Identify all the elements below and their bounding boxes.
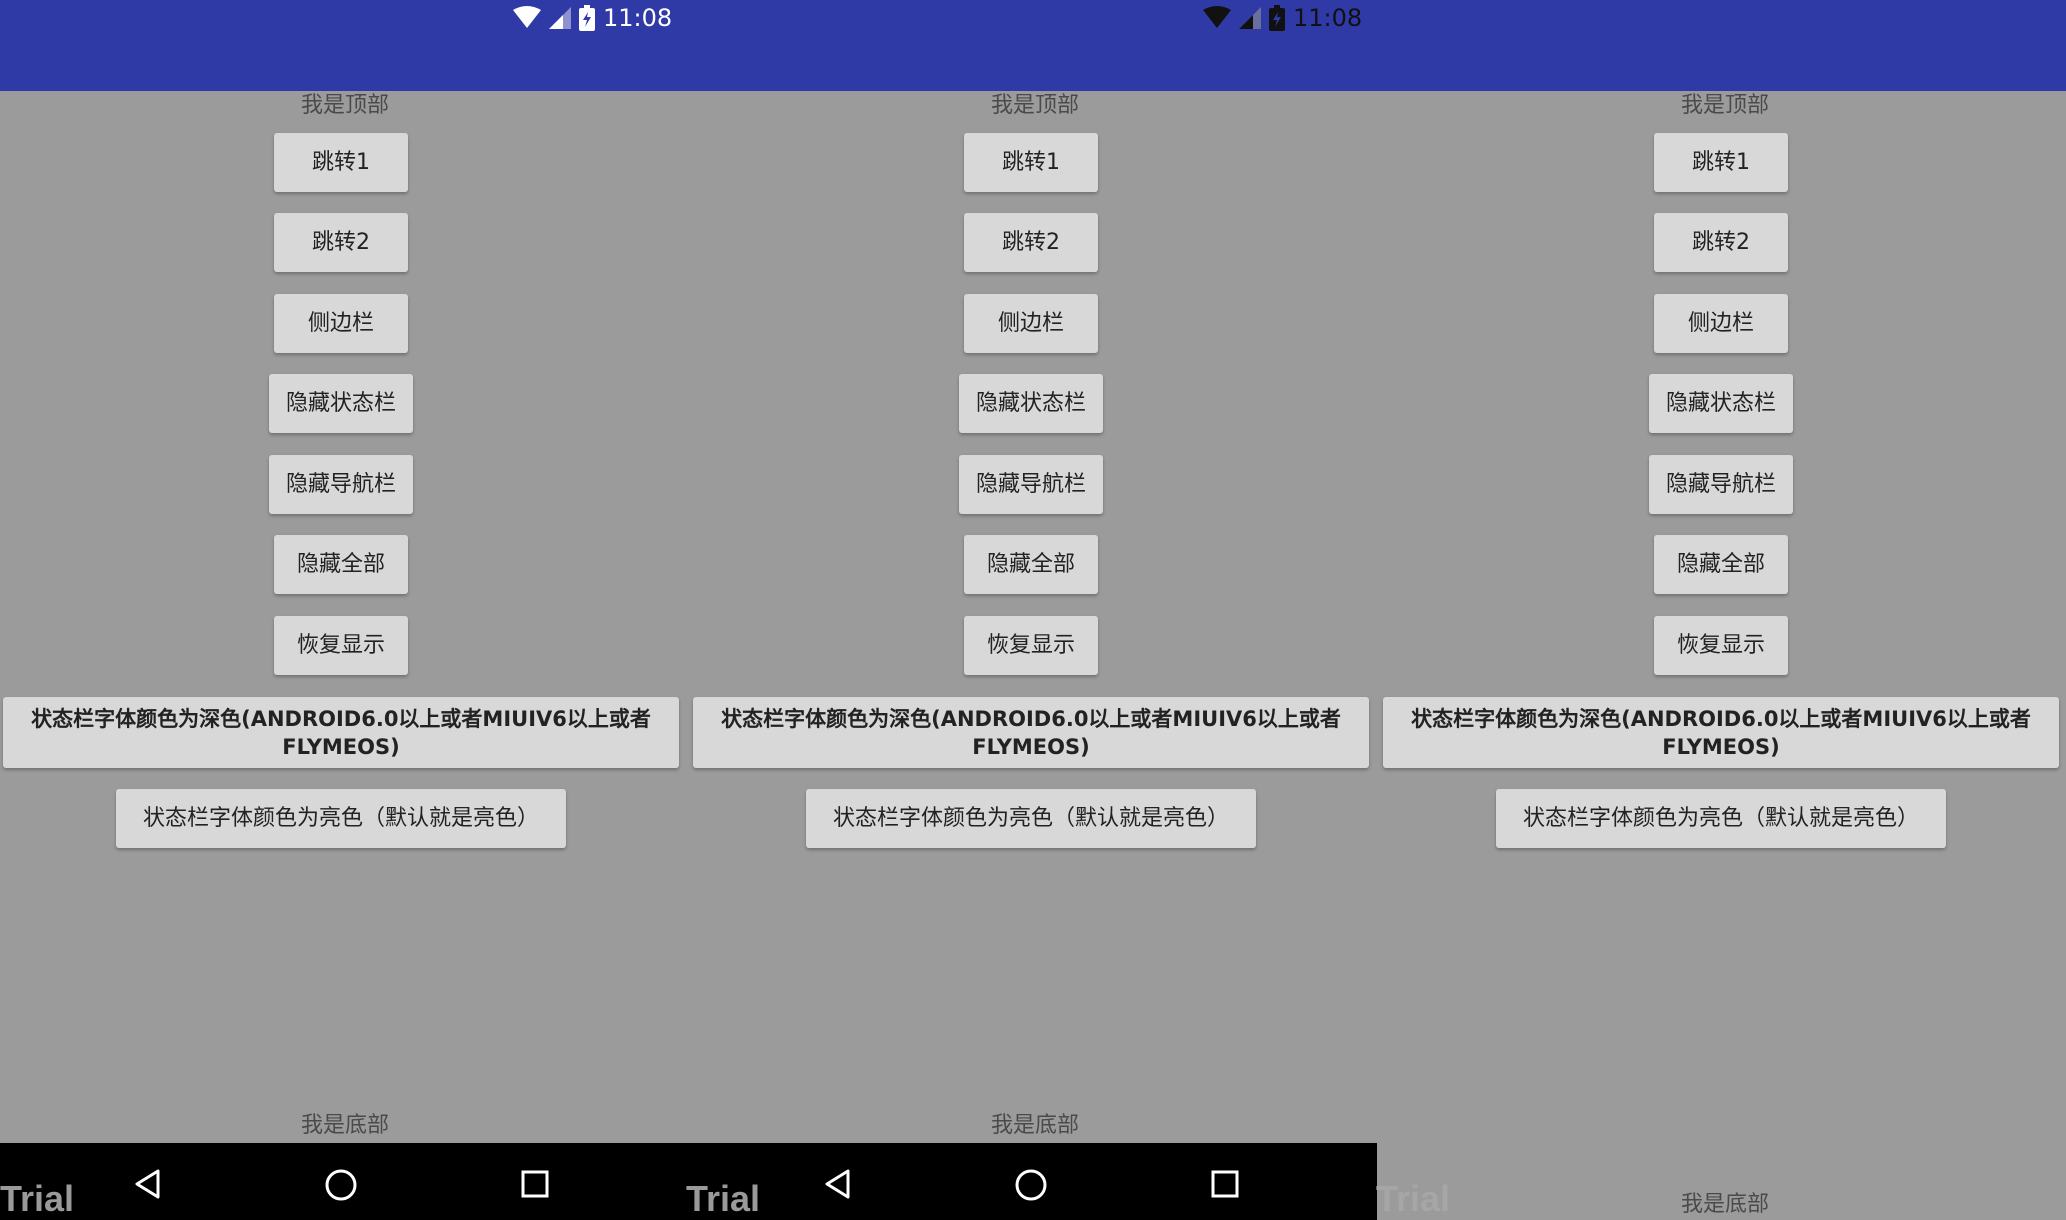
- hide-nav-bar-button[interactable]: 隐藏导航栏: [959, 455, 1103, 514]
- light-status-font-button[interactable]: 状态栏字体颜色为亮色（默认就是亮色）: [1496, 789, 1946, 848]
- hide-nav-bar-button[interactable]: 隐藏导航栏: [269, 455, 413, 514]
- status-bar-icons-2: 11:08: [1203, 2, 1362, 34]
- screen-panel-1: 我是顶部 跳转1 跳转2 侧边栏 隐藏状态栏 隐藏导航栏 隐藏全部 恢复显示 状…: [0, 91, 690, 1220]
- home-icon[interactable]: [324, 1168, 358, 1206]
- restore-display-button[interactable]: 恢复显示: [964, 616, 1098, 675]
- bottom-label: 我是底部: [1680, 1192, 1769, 1217]
- hide-nav-bar-button[interactable]: 隐藏导航栏: [1649, 455, 1793, 514]
- jump1-button[interactable]: 跳转1: [964, 133, 1098, 192]
- wifi-icon: [513, 6, 541, 30]
- back-icon[interactable]: [132, 1168, 164, 1204]
- back-icon[interactable]: [822, 1168, 854, 1204]
- screen-panel-3: 我是顶部 跳转1 跳转2 侧边栏 隐藏状态栏 隐藏导航栏 隐藏全部 恢复显示 状…: [1380, 91, 2066, 1220]
- sidebar-button[interactable]: 侧边栏: [964, 294, 1098, 353]
- recents-icon[interactable]: [1211, 1170, 1239, 1202]
- screen-panel-2: 我是顶部 跳转1 跳转2 侧边栏 隐藏状态栏 隐藏导航栏 隐藏全部 恢复显示 状…: [690, 91, 1380, 1220]
- signal-icon: [1239, 7, 1261, 29]
- status-time: 11:08: [1293, 4, 1363, 32]
- status-time: 11:08: [603, 4, 673, 32]
- light-status-font-button[interactable]: 状态栏字体颜色为亮色（默认就是亮色）: [806, 789, 1256, 848]
- status-bar-icons-1: 11:08: [513, 2, 672, 34]
- trial-watermark: Trial: [686, 1178, 761, 1219]
- dark-status-font-button[interactable]: 状态栏字体颜色为深色(ANDROID6.0以上或者MIUIV6以上或者FLYME…: [693, 697, 1369, 768]
- hide-all-button[interactable]: 隐藏全部: [274, 535, 408, 594]
- nav-buttons-2: [690, 1164, 1380, 1204]
- top-label: 我是顶部: [990, 93, 1079, 118]
- trial-watermark: Trial: [0, 1178, 75, 1219]
- light-status-font-button[interactable]: 状态栏字体颜色为亮色（默认就是亮色）: [116, 789, 566, 848]
- bottom-label: 我是底部: [300, 1113, 389, 1138]
- jump2-button[interactable]: 跳转2: [274, 213, 408, 272]
- restore-display-button[interactable]: 恢复显示: [274, 616, 408, 675]
- battery-charging-icon: [579, 5, 595, 31]
- hide-status-bar-button[interactable]: 隐藏状态栏: [1649, 374, 1793, 433]
- jump1-button[interactable]: 跳转1: [274, 133, 408, 192]
- top-label: 我是顶部: [300, 93, 389, 118]
- wifi-icon: [1203, 6, 1231, 30]
- sidebar-button[interactable]: 侧边栏: [274, 294, 408, 353]
- jump1-button[interactable]: 跳转1: [1654, 133, 1788, 192]
- jump2-button[interactable]: 跳转2: [964, 213, 1098, 272]
- top-label: 我是顶部: [1680, 93, 1769, 118]
- bottom-label: 我是底部: [990, 1113, 1079, 1138]
- trial-watermark: Trial: [1376, 1178, 1451, 1219]
- recents-icon[interactable]: [521, 1170, 549, 1202]
- signal-icon: [549, 7, 571, 29]
- status-bar: [0, 0, 2066, 91]
- dark-status-font-button[interactable]: 状态栏字体颜色为深色(ANDROID6.0以上或者MIUIV6以上或者FLYME…: [1383, 697, 2059, 768]
- sidebar-button[interactable]: 侧边栏: [1654, 294, 1788, 353]
- battery-charging-icon: [1269, 5, 1285, 31]
- hide-all-button[interactable]: 隐藏全部: [1654, 535, 1788, 594]
- hide-status-bar-button[interactable]: 隐藏状态栏: [269, 374, 413, 433]
- home-icon[interactable]: [1014, 1168, 1048, 1206]
- restore-display-button[interactable]: 恢复显示: [1654, 616, 1788, 675]
- hide-status-bar-button[interactable]: 隐藏状态栏: [959, 374, 1103, 433]
- hide-all-button[interactable]: 隐藏全部: [964, 535, 1098, 594]
- jump2-button[interactable]: 跳转2: [1654, 213, 1788, 272]
- dark-status-font-button[interactable]: 状态栏字体颜色为深色(ANDROID6.0以上或者MIUIV6以上或者FLYME…: [3, 697, 679, 768]
- nav-buttons-1: [0, 1164, 690, 1204]
